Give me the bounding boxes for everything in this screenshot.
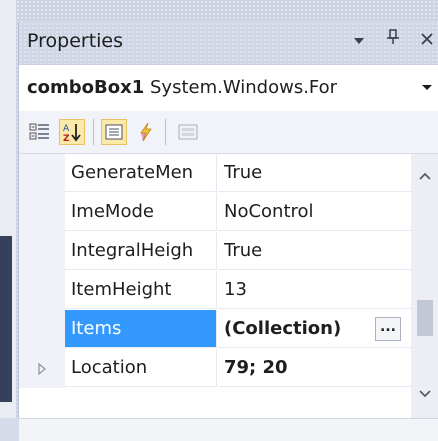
close-icon[interactable] (417, 28, 437, 52)
property-name: Location (65, 349, 217, 387)
properties-icon[interactable] (101, 119, 127, 145)
property-name: ItemHeight (65, 271, 217, 309)
left-dark-panel (0, 236, 12, 402)
property-value[interactable]: True (218, 154, 411, 192)
property-value[interactable]: True (218, 232, 411, 270)
property-pages-icon[interactable] (175, 119, 201, 145)
object-type: System.Windows.For (150, 77, 338, 98)
property-value[interactable]: (Collection) ... (218, 310, 411, 348)
property-name: IntegralHeigh (65, 232, 217, 270)
object-name: comboBox1 (27, 77, 145, 98)
scroll-down-icon[interactable] (411, 380, 438, 408)
vertical-scrollbar[interactable] (411, 154, 438, 418)
expand-arrow-icon[interactable] (19, 349, 65, 388)
property-value[interactable]: 79; 20 (218, 349, 411, 387)
property-name: Items (65, 310, 217, 348)
collection-editor-button[interactable]: ... (375, 317, 401, 341)
scroll-up-icon[interactable] (411, 162, 438, 190)
property-row[interactable]: ItemHeight 13 (19, 271, 411, 310)
row-gutter (19, 349, 65, 388)
svg-text:A: A (63, 124, 70, 134)
triangle-down-icon[interactable] (349, 28, 369, 52)
property-value-text: (Collection) (224, 318, 342, 339)
row-gutter (19, 310, 65, 349)
toolbar-separator (165, 119, 166, 145)
events-icon[interactable] (133, 119, 159, 145)
pin-icon[interactable] (383, 28, 403, 52)
row-gutter (19, 232, 65, 271)
property-row[interactable]: IntegralHeigh True (19, 232, 411, 271)
dropdown-arrow-icon[interactable] (419, 79, 435, 95)
svg-text:Z: Z (63, 134, 70, 143)
property-grid: GenerateMen True ImeMode NoControl Integ… (19, 154, 438, 418)
toolbar-separator (93, 119, 94, 145)
properties-toolbar: A Z (19, 111, 438, 154)
selected-object: comboBox1 System.Windows.For (27, 77, 337, 98)
property-name: GenerateMen (65, 154, 217, 192)
alphabetical-icon[interactable]: A Z (59, 119, 85, 145)
object-selector[interactable]: comboBox1 System.Windows.For (19, 64, 438, 112)
categorized-icon[interactable] (27, 119, 53, 145)
property-row[interactable]: ImeMode NoControl (19, 193, 411, 232)
property-row-selected[interactable]: Items (Collection) ... (19, 310, 411, 349)
property-name: ImeMode (65, 193, 217, 231)
scrollbar-thumb[interactable] (417, 300, 433, 336)
title-buttons (349, 28, 437, 52)
properties-window: Properties comboBox1 System.Windows.For (18, 22, 438, 441)
property-value[interactable]: 13 (218, 271, 411, 309)
row-gutter (19, 154, 65, 193)
title-bar[interactable]: Properties (19, 22, 438, 64)
row-gutter (19, 271, 65, 310)
property-value[interactable]: NoControl (218, 193, 411, 231)
property-row[interactable]: Location 79; 20 (19, 349, 411, 388)
row-gutter (19, 193, 65, 232)
panel-title: Properties (27, 30, 124, 52)
description-pane (19, 418, 438, 441)
property-row[interactable]: GenerateMen True (19, 154, 411, 193)
